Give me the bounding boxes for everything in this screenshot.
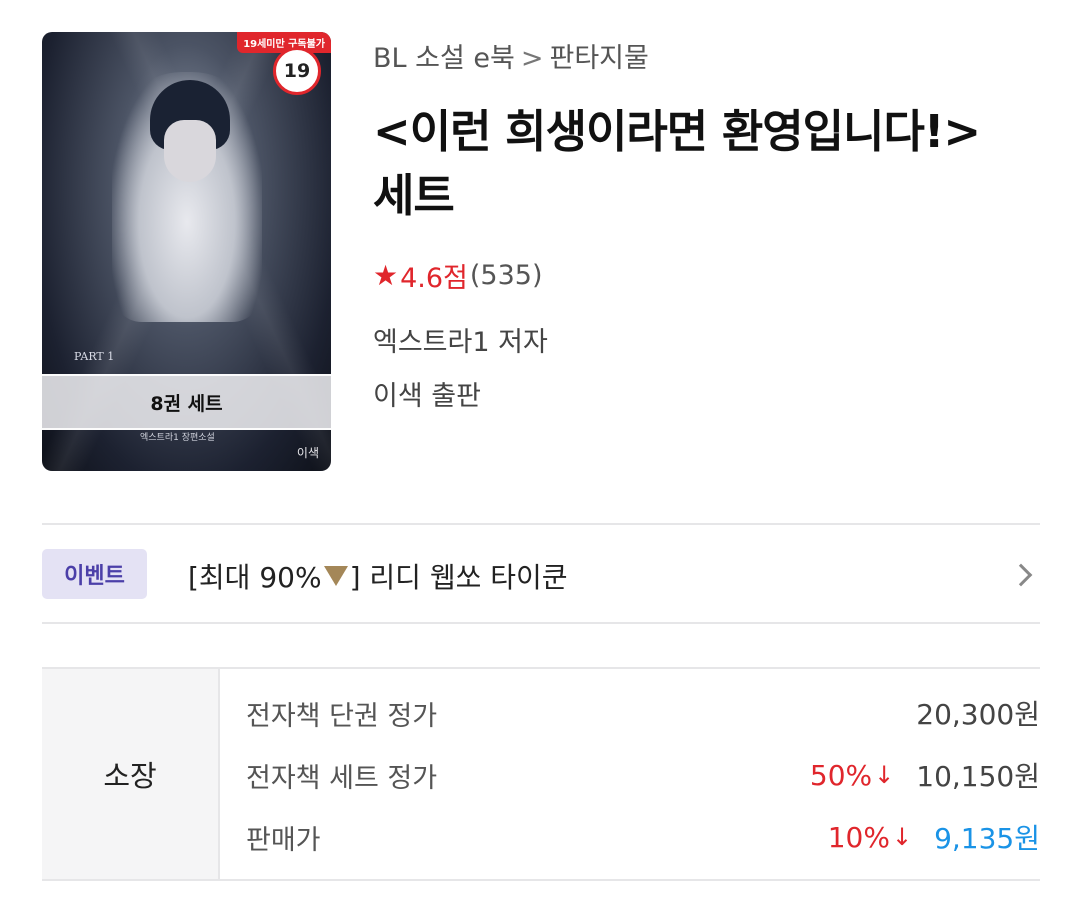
rating-count: (535) (469, 260, 543, 291)
breadcrumb-separator: > (520, 43, 544, 74)
age-19-badge: 19 (273, 47, 321, 95)
breadcrumb-category[interactable]: BL 소설 e북 (373, 43, 515, 74)
event-text-before: [최대 90% (188, 561, 322, 594)
cover-part-text: PART 1 (74, 350, 115, 363)
event-text-after: ] 리디 웹쏘 타이쿤 (349, 561, 568, 594)
down-triangle-icon (323, 566, 348, 586)
price-row-label: 전자책 단권 정가 (246, 700, 438, 732)
author-link[interactable]: 엑스트라1 저자 (373, 320, 548, 359)
sale-price-value: 9,135원 (934, 822, 1040, 855)
publisher-link[interactable]: 이색 출판 (373, 374, 481, 413)
down-arrow-icon: ↓ (891, 823, 913, 851)
rating[interactable]: ★ 4.6점 (535) (373, 256, 543, 295)
chevron-right-icon[interactable] (1004, 558, 1038, 592)
price-section-label: 소장 (42, 669, 220, 879)
price-row-sale: 판매가 10% ↓ 9,135원 (246, 817, 1040, 857)
cover-art-face (164, 120, 216, 182)
cover-author-text: 엑스트라1 장편소설 (140, 433, 215, 443)
price-value: 20,300원 (916, 698, 1040, 731)
price-row-single: 전자책 단권 정가 20,300원 (246, 693, 1040, 733)
down-arrow-icon: ↓ (874, 761, 895, 789)
book-title: <이런 희생이라면 환영입니다!> 세트 (373, 105, 981, 222)
star-icon: ★ (373, 259, 399, 292)
breadcrumb-genre[interactable]: 판타지물 (550, 43, 649, 74)
price-row-set: 전자책 세트 정가 50% ↓ 10,150원 (246, 755, 1040, 795)
set-volume-label: 8권 세트 (42, 374, 331, 430)
price-value: 10,150원 (916, 760, 1040, 793)
price-row-label: 판매가 (246, 824, 321, 856)
divider (42, 622, 1040, 624)
breadcrumb: BL 소설 e북 > 판타지물 (373, 36, 649, 75)
discount-rate: 50% ↓ (809, 758, 895, 792)
book-cover[interactable]: 19세미만 구독불가 19 PART 1 8권 세트 엑스트라1 장편소설 이색 (42, 32, 331, 471)
event-banner-link[interactable]: [최대 90% ] 리디 웹쏘 타이쿤 (188, 556, 568, 596)
price-table: 소장 전자책 단권 정가 20,300원 전자책 세트 정가 50% ↓ 10,1… (42, 667, 1040, 881)
event-badge: 이벤트 (42, 549, 147, 599)
divider (42, 523, 1040, 525)
discount-rate: 10% ↓ (827, 820, 913, 854)
rating-score: 4.6점 (400, 263, 468, 294)
price-row-label: 전자책 세트 정가 (246, 762, 438, 794)
cover-publisher-text: 이색 (296, 446, 319, 460)
